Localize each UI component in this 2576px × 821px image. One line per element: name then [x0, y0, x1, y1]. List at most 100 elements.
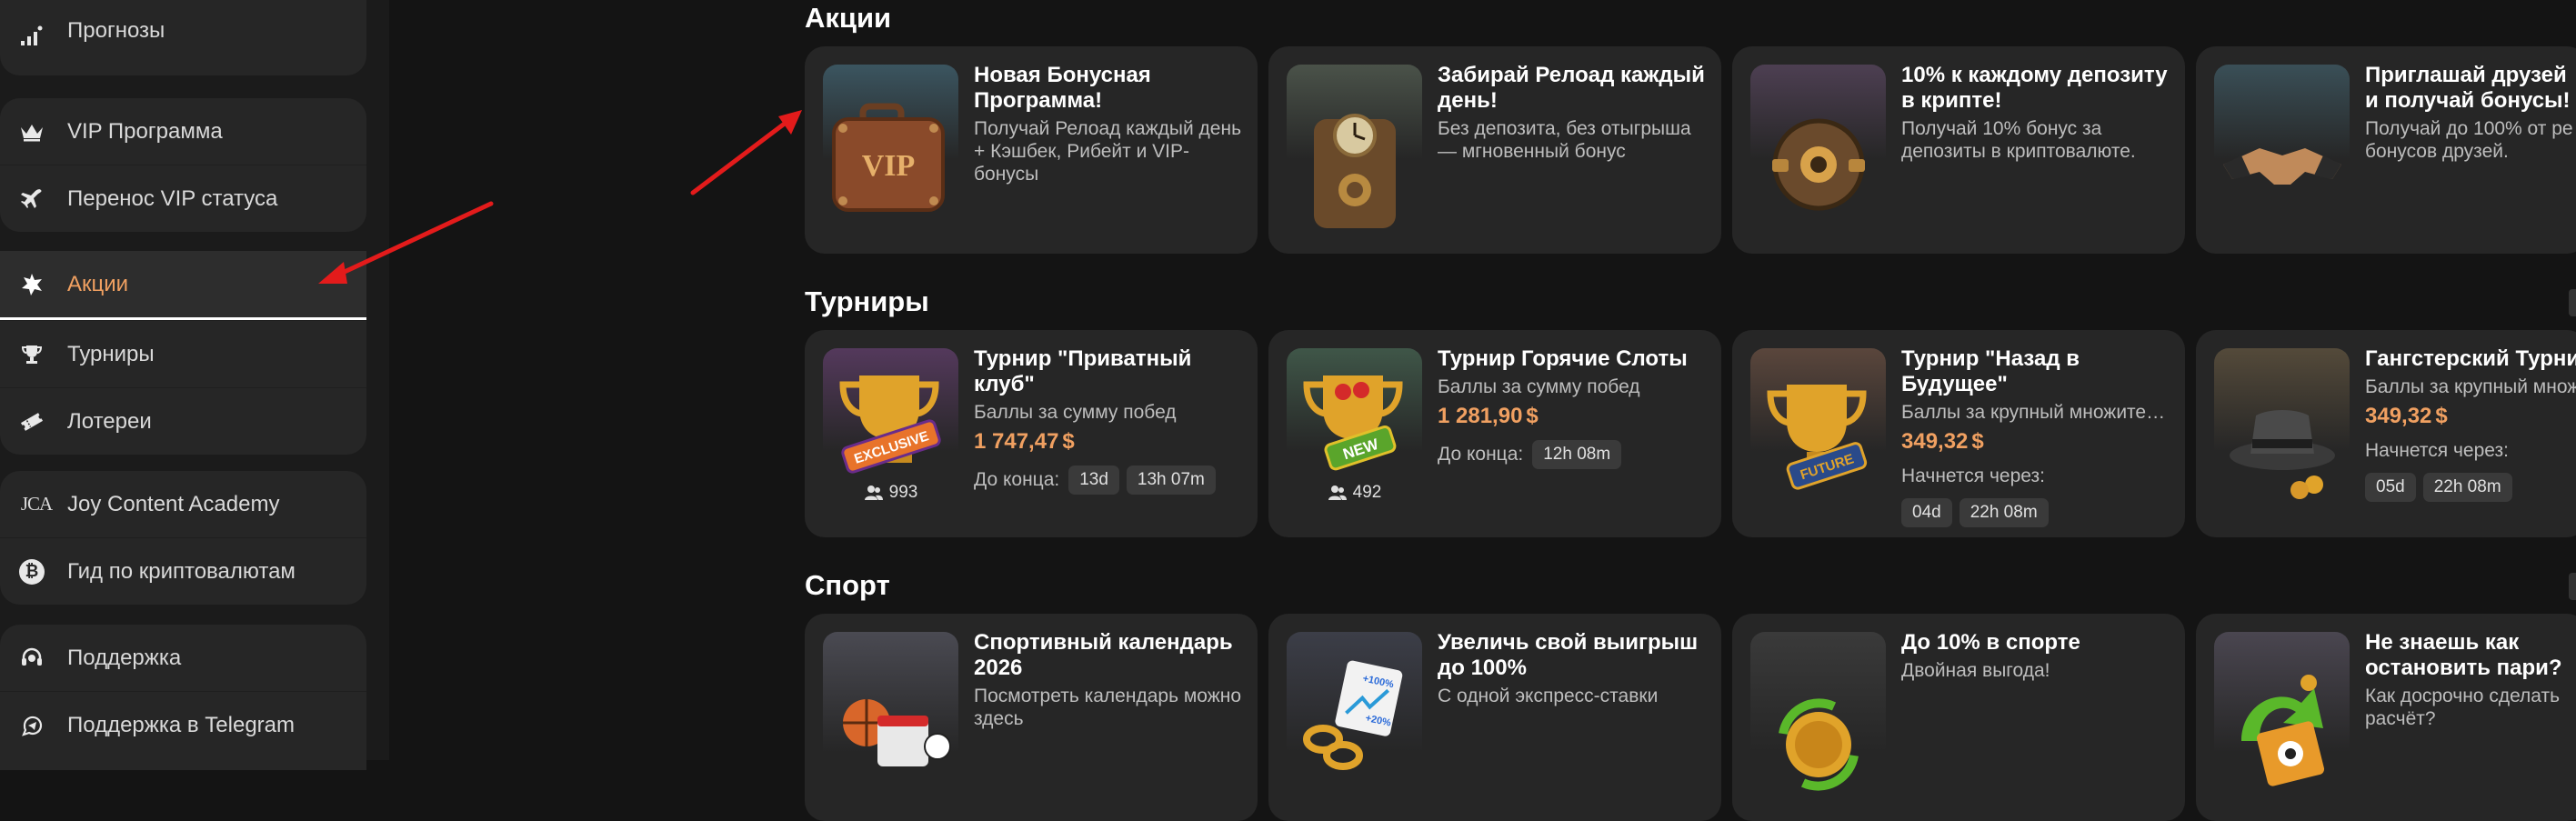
- jca-logo-icon: JCA: [20, 493, 53, 515]
- players-count: 993: [823, 483, 958, 503]
- prize-amount: 1 747,47 $: [974, 429, 1075, 454]
- card-description: Баллы за сумму побед: [974, 402, 1177, 423]
- promo-card[interactable]: Забирай Релоад каждый день! Без депозита…: [1268, 46, 1721, 254]
- red-arrow-to-promo-card: [690, 110, 802, 195]
- sidebar-item-label: VIP Программа: [67, 118, 223, 144]
- card-description: Как досрочно сделать расчёт?: [2365, 686, 2561, 729]
- sport-card[interactable]: +100% +20% Увеличь свой выигрыш до 100% …: [1268, 614, 1721, 821]
- sport-scroll-handle[interactable]: [2569, 573, 2576, 600]
- chart-bars-icon: [18, 22, 45, 49]
- section-title-sport: Спорт: [805, 569, 890, 601]
- gangster-hat-image: [2214, 348, 2350, 521]
- sidebar-group-vip: VIP Программа Перенос VIP статуса: [0, 98, 366, 232]
- tournament-card[interactable]: EXCLUSIVE 993 Турнир "Приватный клуб" Ба…: [805, 330, 1258, 537]
- sidebar-item-label: Лотереи: [67, 408, 152, 434]
- cashout-ticket-image: [2214, 632, 2350, 805]
- sport-card[interactable]: Спортивный календарь 2026 Посмотреть кал…: [805, 614, 1258, 821]
- sidebar-item-label: Гид по криптовалютам: [67, 558, 296, 584]
- sidebar-item-label: Поддержка: [67, 645, 182, 670]
- countdown-chip: 13d: [1068, 466, 1119, 495]
- countdown-chip: 04d: [1901, 498, 1952, 527]
- countdown-chip: 12h 08m: [1532, 440, 1622, 469]
- card-description: Баллы за крупный множ: [2365, 376, 2576, 397]
- sport-card[interactable]: Не знаешь как остановить пари? Как досро…: [2196, 614, 2576, 821]
- sidebar-item-lotteries[interactable]: Лотереи: [0, 387, 366, 455]
- sidebar-group-academy: JCA Joy Content Academy ₿ Гид по криптов…: [0, 471, 366, 605]
- card-description: Получай до 100% от ре бонусов друзей.: [2365, 118, 2573, 162]
- steampunk-helmet-image: [1750, 65, 1886, 237]
- sidebar-group-support: Поддержка Поддержка в Telegram: [0, 625, 366, 770]
- prize-amount: 349,32 $: [2365, 404, 2448, 428]
- sidebar-item-crypto-guide[interactable]: ₿ Гид по криптовалютам: [0, 537, 366, 605]
- card-description: Получай 10% бонус за депозиты в криптова…: [1901, 118, 2136, 162]
- card-description: Посмотреть календарь можно здесь: [974, 686, 1242, 729]
- card-title: Спортивный календарь 2026: [974, 630, 1233, 680]
- countdown: Начнется через: 05d 22h 08m: [2365, 440, 2576, 502]
- sport-card[interactable]: До 10% в спорте Двойная выгода!: [1732, 614, 2185, 821]
- prize-amount: 1 281,90 $: [1438, 404, 1539, 428]
- countdown: Начнется через: 04d 22h 08m: [1901, 466, 2174, 527]
- sidebar-item-label: Турниры: [67, 341, 155, 366]
- tournaments-scroll-handle[interactable]: [2569, 289, 2576, 316]
- svg-text:VIP: VIP: [862, 149, 916, 183]
- ticket-icon: [18, 408, 45, 436]
- sidebar-item-promos[interactable]: Акции: [0, 251, 366, 320]
- plane-icon: [18, 185, 45, 213]
- tournament-card[interactable]: FUTURE Турнир "Назад в Будущее" Баллы за…: [1732, 330, 2185, 537]
- sidebar: Прогнозы VIP Программа Перенос VIP стату…: [0, 0, 389, 770]
- promo-card[interactable]: VIP Новая Бонусная Программа! Получай Ре…: [805, 46, 1258, 254]
- tournament-card[interactable]: NEW 492 Турнир Горячие Слоты Баллы за су…: [1268, 330, 1721, 537]
- card-title: Турнир "Приватный клуб": [974, 346, 1192, 396]
- users-icon: [1328, 486, 1347, 500]
- countdown-chip: 05d: [2365, 473, 2416, 502]
- headset-icon: [18, 645, 45, 672]
- countdown: До конца: 12h 08m: [1438, 440, 1710, 469]
- sidebar-item-label: Прогнозы: [67, 18, 165, 43]
- telegram-icon: [18, 712, 45, 739]
- tournament-card[interactable]: Гангстерский Турни Баллы за крупный множ…: [2196, 330, 2576, 537]
- sidebar-item-vip-program[interactable]: VIP Программа: [0, 98, 366, 165]
- handshake-image: [2214, 65, 2350, 237]
- card-title: Увеличь свой выигрыш до 100%: [1438, 630, 1699, 680]
- sidebar-item-support-telegram[interactable]: Поддержка в Telegram: [0, 691, 366, 758]
- sidebar-item-label: Поддержка в Telegram: [67, 712, 295, 737]
- card-description: Двойная выгода!: [1901, 660, 2050, 681]
- promo-card[interactable]: 10% к каждому депозиту в крипте! Получай…: [1732, 46, 2185, 254]
- card-description: Получай Релоад каждый день + Кэшбек, Риб…: [974, 118, 1242, 185]
- trophy-icon: [18, 341, 45, 368]
- trophy-future-image: FUTURE: [1750, 348, 1886, 521]
- section-title-tournaments: Турниры: [805, 285, 929, 317]
- card-title: Новая Бонусная Программа!: [974, 63, 1151, 113]
- countdown-chip: 13h 07m: [1126, 466, 1216, 495]
- sidebar-group-forecasts: Прогнозы: [0, 0, 366, 75]
- card-description: Баллы за крупный множите…: [1901, 402, 2166, 423]
- card-title: 10% к каждому депозиту в крипте!: [1901, 63, 2168, 113]
- vip-suitcase-image: VIP: [823, 65, 958, 237]
- clock-machine-image: [1287, 65, 1422, 237]
- card-title: Турнир Горячие Слоты: [1438, 346, 1688, 371]
- card-title: Забирай Релоад каждый день!: [1438, 63, 1705, 113]
- card-title: Турнир "Назад в Будущее": [1901, 346, 2080, 396]
- express-bet-image: +100% +20%: [1287, 632, 1422, 805]
- card-description: Без депозита, без отыгрыша — мгновенный …: [1438, 118, 1691, 162]
- crown-icon: [18, 118, 45, 145]
- prize-amount: 349,32 $: [1901, 429, 1984, 454]
- sidebar-item-label: Перенос VIP статуса: [67, 185, 278, 211]
- sport-calendar-image: [823, 632, 958, 805]
- countdown-chip: 22h 08m: [1959, 498, 2049, 527]
- players-count: 492: [1287, 483, 1422, 503]
- sidebar-item-forecasts[interactable]: Прогнозы: [0, 0, 366, 75]
- card-title: До 10% в спорте: [1901, 630, 2080, 655]
- sidebar-item-label: Акции: [67, 271, 129, 296]
- double-win-coin-image: [1750, 632, 1886, 805]
- sidebar-item-vip-transfer[interactable]: Перенос VIP статуса: [0, 165, 366, 232]
- sidebar-item-support[interactable]: Поддержка: [0, 625, 366, 691]
- promo-card[interactable]: Приглашай друзей и получай бонусы! Получ…: [2196, 46, 2576, 254]
- sidebar-group-promos: Акции Турниры Лотереи: [0, 251, 366, 455]
- section-title-promos: Акции: [805, 2, 892, 34]
- card-description: Баллы за сумму побед: [1438, 376, 1640, 397]
- sidebar-item-tournaments[interactable]: Турниры: [0, 320, 366, 387]
- users-icon: [864, 486, 883, 500]
- countdown-chip: 22h 08m: [2422, 473, 2512, 502]
- sidebar-item-academy[interactable]: JCA Joy Content Academy: [0, 471, 366, 537]
